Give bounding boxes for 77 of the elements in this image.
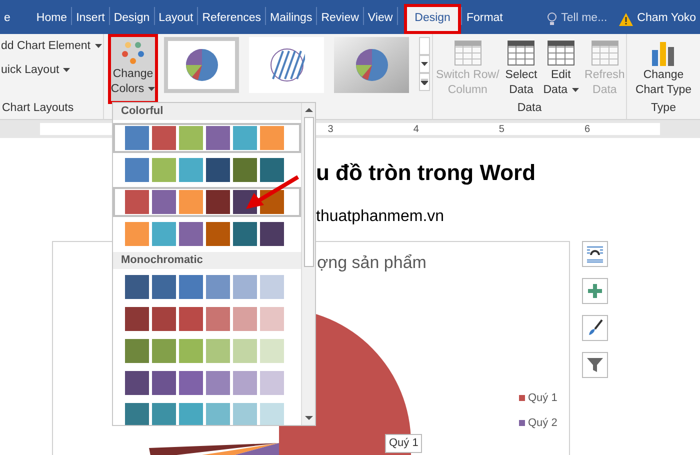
filter-icon	[586, 356, 604, 374]
ribbon-tab[interactable]: e	[0, 4, 14, 34]
ribbon-button[interactable]: Select Data	[502, 38, 540, 98]
layout-icon	[586, 245, 604, 263]
color-scheme-row[interactable]	[113, 123, 301, 153]
button-label: Data	[543, 83, 579, 98]
user-name[interactable]: Cham Yoko	[637, 10, 696, 28]
ribbon-tab[interactable]: Format	[462, 4, 507, 34]
table-icon	[546, 38, 576, 68]
chart-style-thumbnail[interactable]	[334, 37, 409, 93]
ribbon-tab[interactable]: Layout	[154, 4, 198, 34]
caret-icon	[148, 86, 156, 91]
group-label: Chart Layouts	[1, 100, 75, 116]
chart-filters-button[interactable]	[582, 352, 608, 378]
button-label: Data	[509, 83, 534, 98]
chart-elements-button[interactable]	[582, 278, 608, 304]
color-dots-icon	[121, 41, 145, 65]
ribbon-tab[interactable]: Review	[317, 4, 363, 34]
more-icon	[421, 79, 428, 85]
plus-icon	[586, 282, 604, 300]
button-label: Chart Type	[635, 83, 692, 98]
ribbon-button[interactable]: Edit Data	[540, 38, 582, 98]
caret-icon	[94, 44, 102, 48]
ruler-number: 5	[498, 122, 504, 136]
legend-label: Quý 2	[528, 416, 558, 430]
button-label: Edit	[550, 68, 571, 83]
gallery-more-button[interactable]	[419, 73, 430, 91]
pointer-arrow	[244, 175, 300, 211]
ribbon-tab[interactable]: Home	[32, 4, 72, 34]
data-label-callout: Quý 1	[385, 434, 422, 452]
button-label: Colors	[110, 82, 156, 97]
button-label: Data	[592, 83, 617, 98]
group-label: Type	[651, 100, 676, 116]
chart-styles-button[interactable]	[582, 315, 608, 341]
ribbon-tab[interactable]: References	[198, 4, 266, 34]
legend-label: Quý 1	[528, 391, 558, 406]
ribbon-tab[interactable]: View	[364, 4, 397, 34]
change-colors-button[interactable]: Change Colors	[108, 34, 158, 104]
lightbulb-icon	[547, 12, 558, 26]
button-label: Column	[448, 83, 488, 98]
brush-icon	[586, 319, 604, 337]
gallery-scroll-down[interactable]	[419, 55, 430, 73]
scrollbar[interactable]	[301, 103, 315, 425]
ruler-number: 6	[584, 122, 590, 136]
chart-title: ợng sản phẩm	[317, 252, 426, 274]
document-text: thuatphanmem.vn	[316, 207, 446, 227]
section-header: Colorful	[113, 103, 301, 120]
table-icon	[590, 38, 620, 68]
ribbon-tab[interactable]: Insert	[72, 4, 109, 34]
caret-icon	[572, 88, 579, 92]
button-label: Switch Row/	[436, 68, 500, 83]
layout-options-button[interactable]	[582, 241, 608, 267]
chart-style-thumbnail[interactable]	[249, 37, 324, 93]
ribbon-tab[interactable]: Mailings	[266, 4, 316, 34]
scrollbar-thumb[interactable]	[304, 117, 314, 267]
chart-style-thumbnail[interactable]	[164, 37, 240, 93]
color-scheme-row[interactable]	[113, 187, 301, 217]
ruler-number: 4	[413, 122, 419, 136]
caret-icon	[63, 68, 70, 72]
caret-icon	[421, 62, 428, 66]
ruler-number: 3	[328, 122, 334, 136]
table-icon	[506, 38, 536, 68]
ribbon-tab[interactable]: Design	[110, 4, 154, 34]
tell-me-field[interactable]: Tell me...	[561, 10, 608, 28]
ribbon-menu-button[interactable]: dd Chart Element	[0, 38, 103, 56]
change-chart-type-button[interactable]: Change Chart Type	[635, 34, 692, 98]
warning-icon	[619, 12, 634, 26]
button-label: Change	[112, 67, 154, 82]
button-label: Refresh	[584, 68, 625, 83]
button-label: Select	[505, 68, 538, 83]
ribbon-menu-button[interactable]: uick Layout	[0, 62, 103, 80]
document-heading: u đồ tròn trong Word	[316, 159, 537, 187]
group-label: Data	[517, 100, 542, 116]
table-icon	[452, 38, 483, 68]
button-label: Change	[643, 68, 684, 83]
section-header: Monochromatic	[113, 252, 301, 269]
ribbon-tab[interactable]: Design	[404, 4, 462, 34]
